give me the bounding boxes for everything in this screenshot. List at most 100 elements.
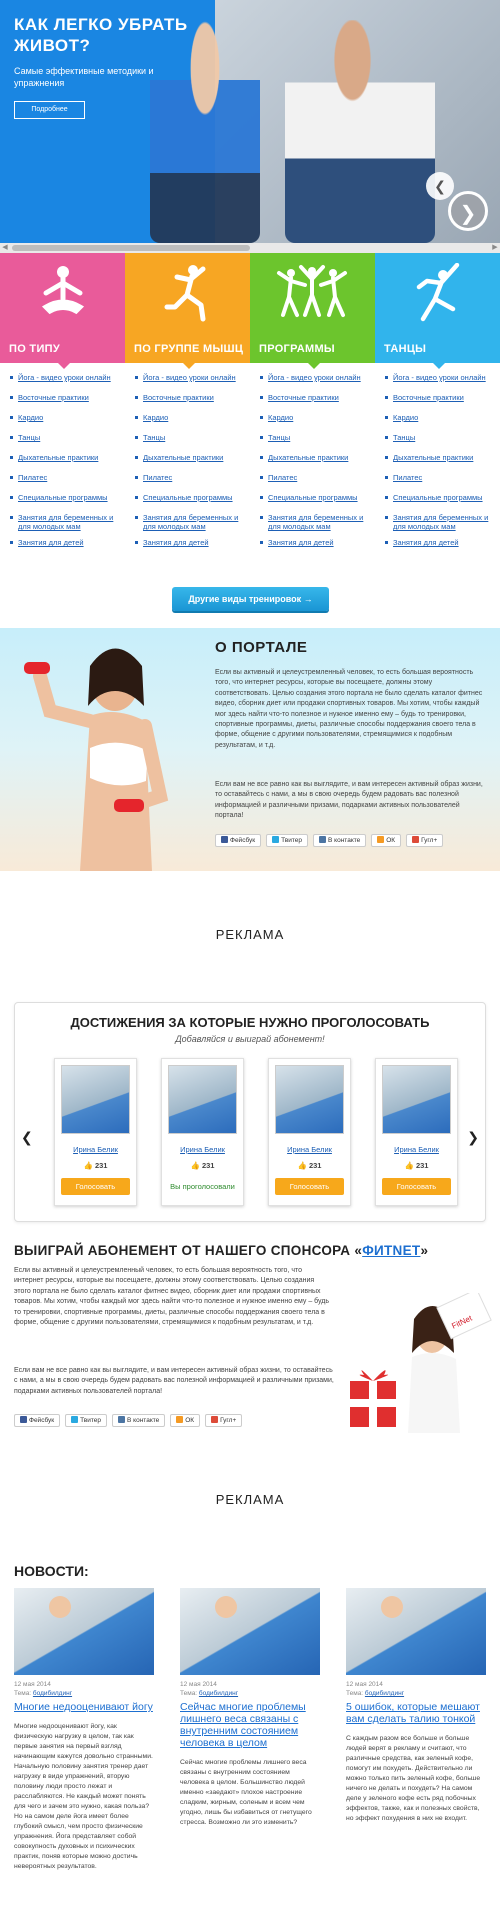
tile-by-type[interactable]: ПО ТИПУ [0,253,125,369]
share-facebook-button[interactable]: Фейсбук [215,834,262,847]
link-yoga[interactable]: Йога - видео уроки онлайн [385,373,500,382]
scrollbar-thumb[interactable] [12,245,250,251]
tile-label: ПО ГРУППЕ МЫШЦ [134,343,244,355]
vote-button[interactable]: Голосовать [382,1178,451,1195]
link-pilates[interactable]: Пилатес [260,473,375,482]
tile-programs[interactable]: ПРОГРАММЫ [250,253,375,369]
link-yoga[interactable]: Йога - видео уроки онлайн [260,373,375,382]
vote-button[interactable]: Голосовать [61,1178,130,1195]
link-breathing[interactable]: Дыхательные практики [10,453,125,462]
vk-icon [319,836,327,843]
scroll-right-icon[interactable]: ▶ [490,243,500,253]
link-pregnant[interactable]: Занятия для беременных и для молодых мам [260,513,375,531]
link-pregnant[interactable]: Занятия для беременных и для молодых мам [135,513,250,531]
voted-status: Вы проголосовали [170,1182,235,1191]
share-google-button[interactable]: Гугл+ [406,834,444,847]
link-eastern[interactable]: Восточные практики [385,393,500,402]
link-pilates[interactable]: Пилатес [135,473,250,482]
link-pilates[interactable]: Пилатес [385,473,500,482]
link-pregnant[interactable]: Занятия для беременных и для молодых мам [10,513,125,531]
link-yoga[interactable]: Йога - видео уроки онлайн [135,373,250,382]
link-eastern[interactable]: Восточные практики [10,393,125,402]
share-twitter-button[interactable]: Твитер [65,1414,108,1427]
author-link[interactable]: Ирина Белик [376,1145,457,1154]
link-breathing[interactable]: Дыхательные практики [385,453,500,462]
link-cardio[interactable]: Кардио [385,413,500,422]
link-breathing[interactable]: Дыхательные практики [260,453,375,462]
hero-more-button[interactable]: Подробнее [14,101,85,119]
news-photo[interactable] [346,1588,486,1675]
link-kids[interactable]: Занятия для детей [135,538,250,547]
lunge-pose-icon [164,265,206,322]
link-eastern[interactable]: Восточные практики [135,393,250,402]
link-cardio[interactable]: Кардио [260,413,375,422]
scroll-left-icon[interactable]: ◀ [0,243,10,253]
share-google-button[interactable]: Гугл+ [205,1414,243,1427]
link-kids[interactable]: Занятия для детей [260,538,375,547]
link-pregnant[interactable]: Занятия для беременных и для молодых мам [385,513,500,531]
news-headline-link[interactable]: Сейчас многие проблемы лишнего веса связ… [180,1701,320,1749]
news-headline-link[interactable]: Многие недооценивают йогу [14,1701,154,1713]
link-list-by-type: Йога - видео уроки онлайн Восточные прак… [0,373,125,558]
link-yoga[interactable]: Йога - видео уроки онлайн [10,373,125,382]
link-eastern[interactable]: Восточные практики [260,393,375,402]
link-dance[interactable]: Танцы [385,433,500,442]
news-photo[interactable] [14,1588,154,1675]
author-link[interactable]: Ирина Белик [55,1145,136,1154]
share-buttons: Фейсбук Твитер В контакте ОК Гугл+ [14,1414,243,1427]
link-special[interactable]: Специальные программы [385,493,500,502]
link-breathing[interactable]: Дыхательные практики [135,453,250,462]
share-ok-button[interactable]: ОК [371,834,402,847]
vote-button[interactable]: Голосовать [275,1178,344,1195]
author-link[interactable]: Ирина Белик [162,1145,243,1154]
achievement-photo [61,1065,130,1134]
author-link[interactable]: Ирина Белик [269,1145,350,1154]
twitter-icon [272,836,280,843]
achievement-photo [168,1065,237,1134]
tile-dance[interactable]: ТАНЦЫ [375,253,500,369]
sponsor-paragraph: Если вам не все равно как вы выглядите, … [14,1367,334,1395]
news-photo[interactable] [180,1588,320,1675]
link-kids[interactable]: Занятия для детей [10,538,125,547]
link-cardio[interactable]: Кардио [135,413,250,422]
achievements-subtitle: Добавляйся и выиграй абонемент! [175,1034,325,1044]
chevron-right-icon[interactable]: ❯ [467,1129,479,1146]
sponsor-brand-link[interactable]: ФИТNET [362,1243,420,1258]
link-special[interactable]: Специальные программы [135,493,250,502]
link-cardio[interactable]: Кардио [10,413,125,422]
share-twitter-button[interactable]: Твитер [266,834,309,847]
link-list-by-muscle: Йога - видео уроки онлайн Восточные прак… [125,373,250,558]
horizontal-scrollbar[interactable]: ◀ ▶ [0,243,500,253]
share-ok-button[interactable]: ОК [170,1414,201,1427]
ok-icon [176,1416,184,1423]
woman-dumbbells-image [24,648,169,871]
topic-link[interactable]: бодибилдинг [365,1690,404,1697]
link-pilates[interactable]: Пилатес [10,473,125,482]
hero-subtitle: Самые эффективные методики и упражнения [14,66,154,88]
news-headline-link[interactable]: 5 ошибок, которые мешают вам сделать тал… [346,1701,486,1725]
link-special[interactable]: Специальные программы [10,493,125,502]
google-plus-icon [211,1416,219,1423]
share-vk-button[interactable]: В контакте [313,834,367,847]
news-date: 12 мая 2014 [14,1681,51,1688]
link-kids[interactable]: Занятия для детей [385,538,500,547]
link-dance[interactable]: Танцы [10,433,125,442]
share-vk-button[interactable]: В контакте [112,1414,166,1427]
chevron-left-icon[interactable]: ❮ [426,172,454,200]
chevron-right-icon[interactable]: ❯ [448,191,488,231]
other-workouts-button[interactable]: Другие виды тренировок → [172,587,329,611]
woman-gift-image: FitNet [350,1293,492,1433]
hero-title: КАК ЛЕГКО УБРАТЬ ЖИВОТ? [14,15,188,55]
link-dance[interactable]: Танцы [135,433,250,442]
tile-pointer [182,362,196,369]
news-excerpt: Многие недооценивают йогу, как физическу… [14,1723,153,1870]
topic-link[interactable]: бодибилдинг [33,1690,72,1697]
thumbs-up-icon: 👍 [404,1161,414,1170]
tile-by-muscle-group[interactable]: ПО ГРУППЕ МЫШЦ [125,253,250,369]
tile-label: ПО ТИПУ [9,343,60,355]
chevron-left-icon[interactable]: ❮ [21,1129,33,1146]
share-facebook-button[interactable]: Фейсбук [14,1414,61,1427]
link-dance[interactable]: Танцы [260,433,375,442]
topic-link[interactable]: бодибилдинг [199,1690,238,1697]
link-special[interactable]: Специальные программы [260,493,375,502]
